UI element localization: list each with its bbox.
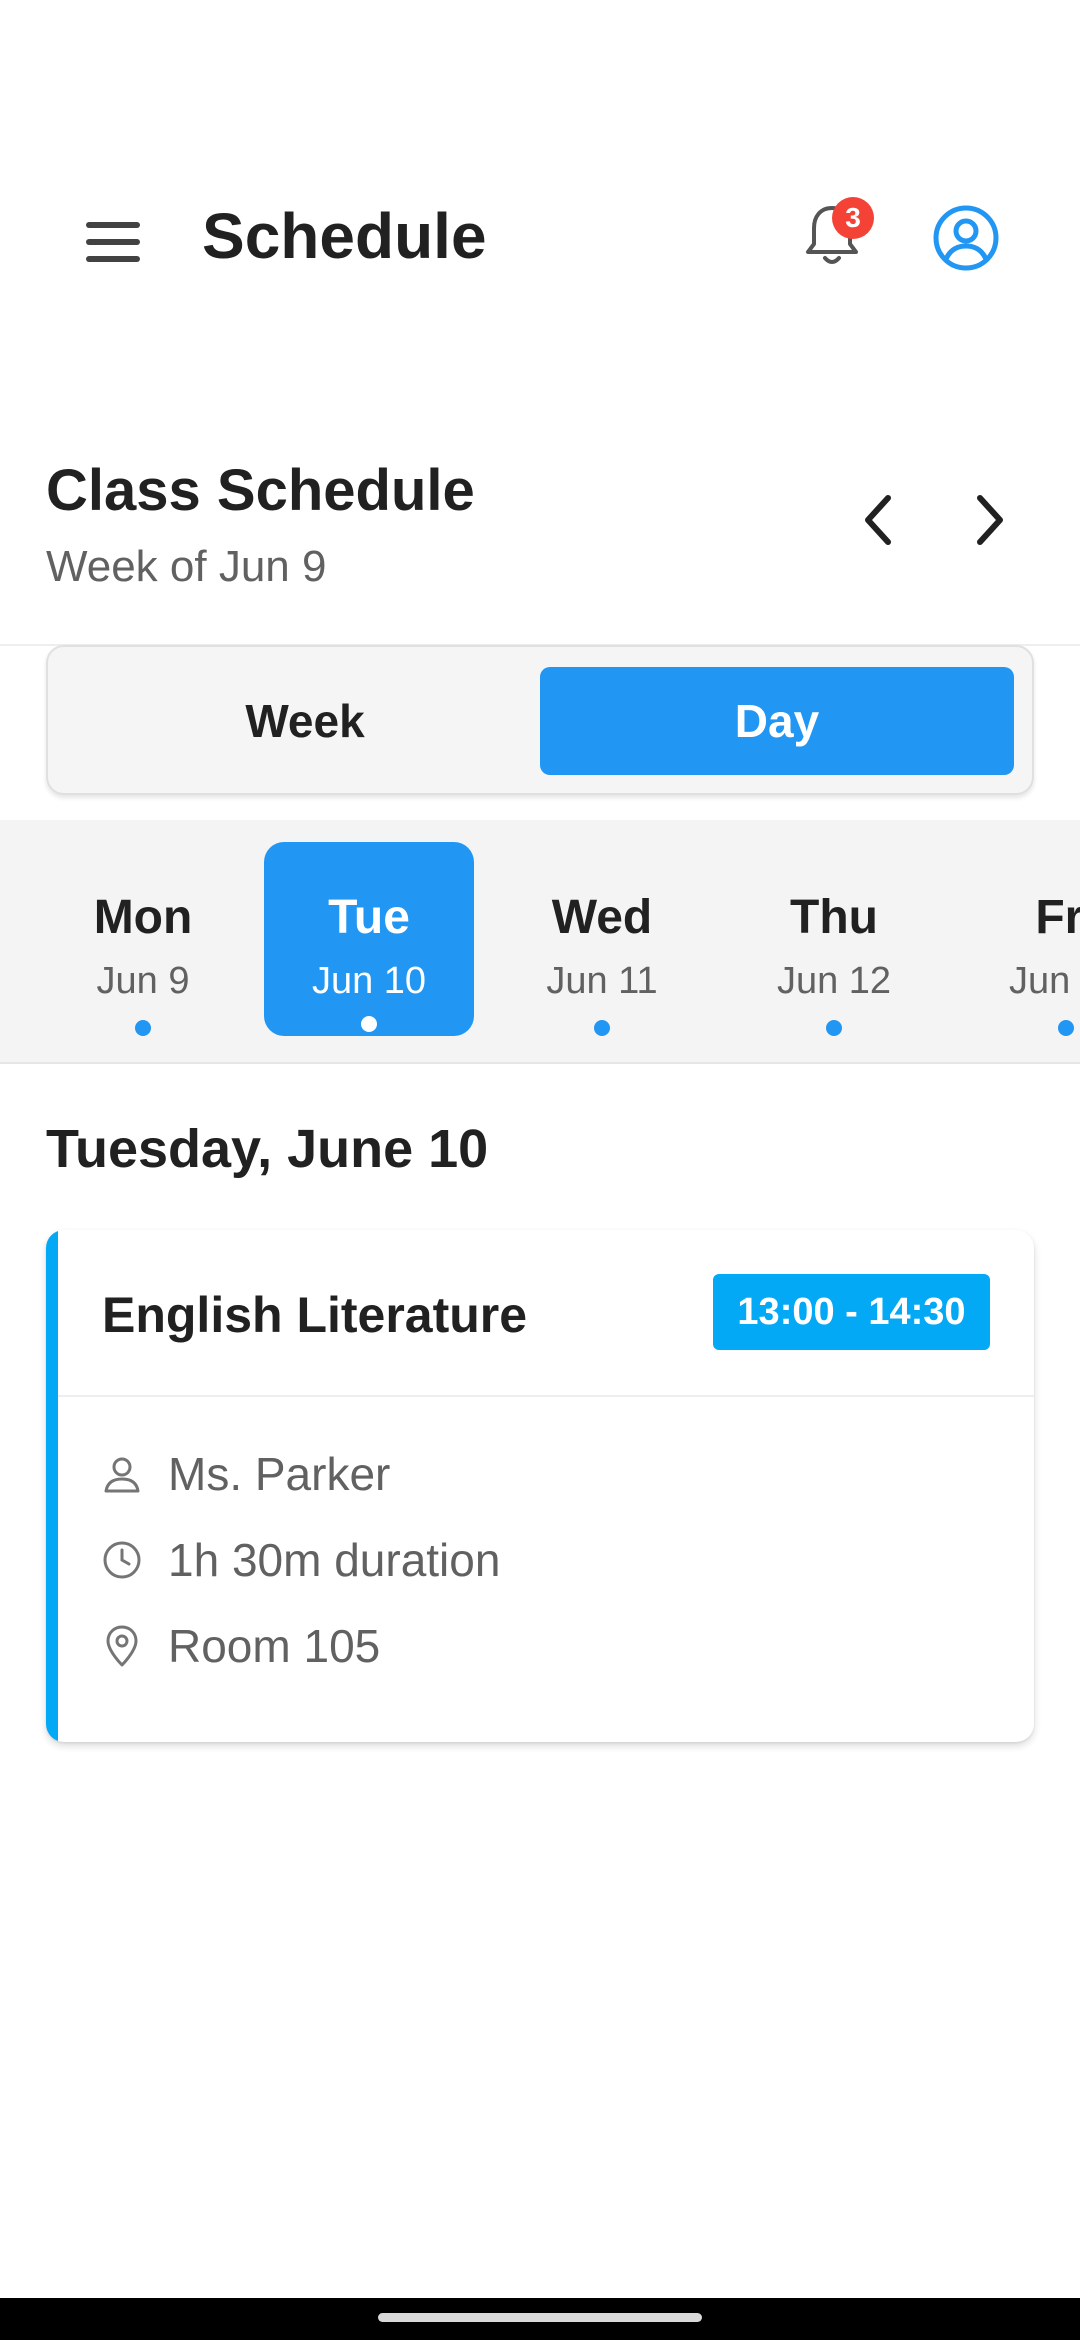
app-title: Schedule <box>202 200 487 272</box>
has-classes-dot <box>594 1020 610 1036</box>
duration-row: 1h 30m duration <box>100 1530 500 1590</box>
card-accent-bar <box>46 1230 58 1742</box>
class-room: Room 105 <box>168 1620 381 1672</box>
schedule-screen: Schedule 3 Class Schedule Week of Jun 9 … <box>0 0 1080 2340</box>
day-date: Jun 10 <box>311 960 427 1002</box>
week-subtitle: Week of Jun 9 <box>46 542 327 591</box>
day-name: Fri <box>1035 891 1080 944</box>
teacher-name: Ms. Parker <box>168 1448 391 1500</box>
chevron-left-icon <box>865 495 891 545</box>
card-divider <box>58 1395 1034 1397</box>
account-button[interactable] <box>932 204 1000 272</box>
class-title: English Literature <box>102 1287 528 1343</box>
day-name: Wed <box>551 891 653 944</box>
class-duration: 1h 30m duration <box>168 1534 501 1586</box>
day-mon[interactable]: Mon Jun 9 <box>38 842 248 1036</box>
day-tue[interactable]: Tue Jun 10 <box>264 842 474 1036</box>
next-week-button[interactable] <box>950 480 1030 560</box>
clock-icon <box>100 1538 144 1582</box>
account-circle-icon <box>933 205 999 271</box>
day-date: Jun 9 <box>96 960 190 1002</box>
home-gesture-handle[interactable] <box>378 2313 702 2322</box>
day-name: Tue <box>328 891 410 944</box>
has-classes-dot <box>135 1020 151 1036</box>
week-view-button[interactable]: Week <box>68 667 542 775</box>
day-date: Jun 13 <box>1008 960 1080 1002</box>
day-view-button[interactable]: Day <box>540 667 1014 775</box>
has-classes-dot <box>826 1020 842 1036</box>
room-row: Room 105 <box>100 1616 380 1676</box>
menu-icon[interactable] <box>86 222 140 262</box>
previous-week-button[interactable] <box>838 480 918 560</box>
status-bar <box>0 0 1080 80</box>
day-thu[interactable]: Thu Jun 12 <box>729 842 939 1036</box>
day-date: Jun 11 <box>546 960 658 1002</box>
chevron-right-icon <box>977 495 1003 545</box>
selected-date-heading: Tuesday, June 10 <box>46 1119 489 1179</box>
teacher-row: Ms. Parker <box>100 1444 390 1504</box>
day-name: Mon <box>93 891 193 944</box>
has-classes-dot <box>1058 1020 1074 1036</box>
class-time-badge: 13:00 - 14:30 <box>713 1274 990 1350</box>
day-fri[interactable]: Fri Jun 13 <box>961 842 1080 1036</box>
day-date: Jun 12 <box>776 960 892 1002</box>
notification-badge: 3 <box>832 197 874 239</box>
person-icon <box>100 1452 144 1496</box>
section-title: Class Schedule <box>46 458 475 523</box>
location-pin-icon <box>100 1624 144 1668</box>
view-toggle: Week Day <box>46 645 1034 795</box>
app-bar <box>0 80 1080 321</box>
day-selector: Mon Jun 9 Tue Jun 10 Wed Jun 11 Thu Jun … <box>0 820 1080 1064</box>
day-wed[interactable]: Wed Jun 11 <box>497 842 707 1036</box>
day-name: Thu <box>790 891 878 944</box>
has-classes-dot <box>361 1016 377 1032</box>
